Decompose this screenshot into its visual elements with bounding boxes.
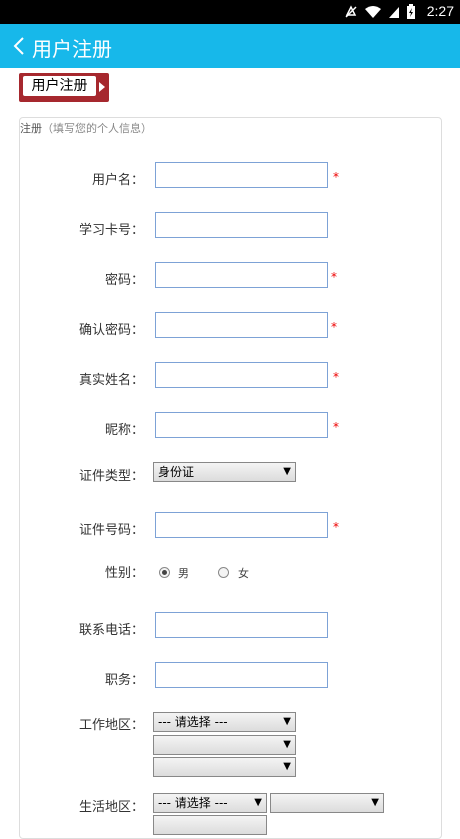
position-input[interactable] (155, 662, 328, 688)
mute-icon (345, 5, 357, 18)
status-icons (344, 4, 416, 20)
live-region-city-select[interactable]: ▼ (270, 793, 384, 813)
live-region-district-select[interactable] (153, 815, 267, 835)
password-input[interactable] (155, 262, 328, 288)
work-region-province-select[interactable]: --- 请选择 --- ▼ (153, 712, 296, 732)
dropdown-caret-icon: ▼ (371, 797, 379, 808)
gender-label: 性别： (104, 566, 144, 581)
gender-radio-female[interactable] (218, 567, 229, 578)
nickname-label: 昵称： (104, 423, 144, 438)
phone-label: 联系电话： (78, 623, 144, 638)
chevron-left-icon[interactable] (8, 34, 32, 58)
work-region-city-select[interactable]: ▼ (153, 735, 296, 755)
status-time: 2:27 (426, 3, 454, 19)
section-badge-label: 用户注册 (23, 76, 96, 96)
dropdown-caret-icon: ▼ (283, 761, 291, 772)
password-required-mark: * (331, 270, 337, 284)
card-number-input[interactable] (155, 212, 328, 238)
status-bar: 2:27 (0, 0, 460, 24)
id-type-label: 证件类型： (78, 469, 144, 484)
gender-option-male: 男 (178, 567, 189, 580)
id-type-selected: 身份证 (158, 465, 195, 479)
live-region-province-selected: --- 请选择 --- (158, 796, 228, 810)
wifi-icon (365, 6, 381, 18)
username-input[interactable] (155, 162, 328, 188)
phone-input[interactable] (155, 612, 328, 638)
form-legend-title: 注册 (20, 122, 42, 135)
live-region-province-select[interactable]: --- 请选择 --- ▼ (153, 793, 267, 813)
live-region-label: 生活地区： (78, 800, 144, 815)
username-required-mark: * (333, 170, 339, 184)
nickname-required-mark: * (333, 420, 339, 434)
battery-icon (407, 4, 415, 19)
id-type-select[interactable]: 身份证 ▼ (153, 462, 296, 482)
username-label: 用户名： (91, 173, 144, 188)
dropdown-caret-icon: ▼ (254, 797, 262, 808)
dropdown-caret-icon: ▼ (283, 466, 291, 477)
work-region-province-selected: --- 请选择 --- (158, 715, 228, 729)
id-number-required-mark: * (333, 520, 339, 534)
position-label: 职务： (104, 673, 144, 688)
confirm-password-input[interactable] (155, 312, 328, 338)
work-region-district-select[interactable]: ▼ (153, 757, 296, 777)
form-legend-hint: （填写您的个人信息） (42, 122, 152, 135)
real-name-label: 真实姓名： (78, 373, 144, 388)
card-number-label: 学习卡号： (78, 223, 144, 238)
real-name-input[interactable] (155, 362, 328, 388)
id-number-input[interactable] (155, 512, 328, 538)
id-number-label: 证件号码： (78, 523, 144, 538)
gender-option-female: 女 (238, 567, 249, 580)
nickname-input[interactable] (155, 412, 328, 438)
form-legend: 注册（填写您的个人信息） (20, 120, 152, 136)
dropdown-caret-icon: ▼ (283, 739, 291, 750)
page-title: 用户注册 (32, 37, 112, 61)
confirm-password-label: 确认密码： (78, 323, 144, 338)
real-name-required-mark: * (333, 370, 339, 384)
signal-icon (389, 7, 399, 18)
app-bar: 用户注册 (0, 24, 460, 68)
section-badge: 用户注册 (19, 73, 109, 102)
password-label: 密码： (104, 273, 144, 288)
dropdown-caret-icon: ▼ (283, 716, 291, 727)
confirm-password-required-mark: * (331, 320, 337, 334)
badge-arrow-icon (99, 82, 105, 92)
work-region-label: 工作地区： (78, 718, 144, 733)
gender-radio-male[interactable] (159, 567, 170, 578)
